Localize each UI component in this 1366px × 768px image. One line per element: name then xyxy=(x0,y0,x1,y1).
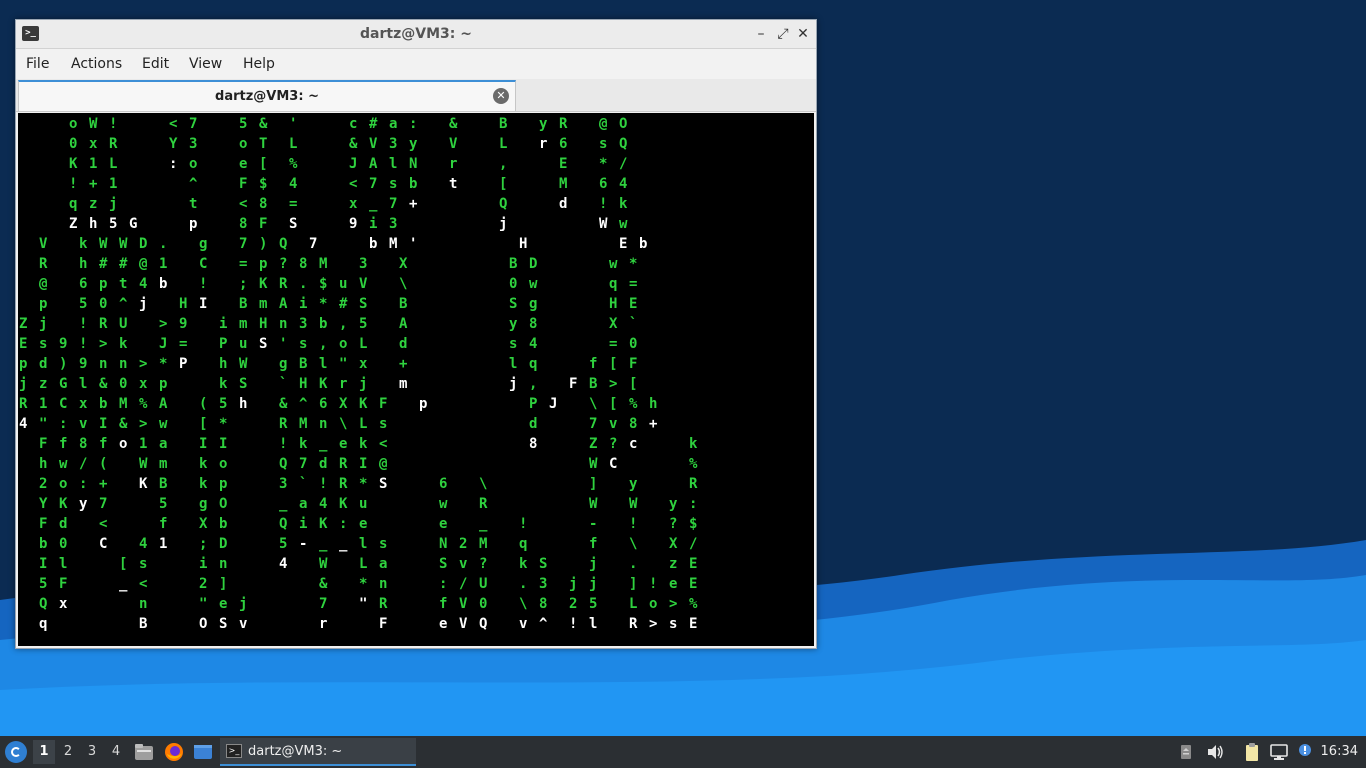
terminal-line: b 0 C 4 1; D 5- _ _ l s N 2 Mq f \ X / xyxy=(39,536,697,552)
taskbar: 1 2 3 4 >_ dartz@VM3: ~ 16:34 xyxy=(0,736,1366,768)
terminal-line: Y Ky 7 5 g O _ a 4 Ku w R W Wy: xyxy=(39,496,697,512)
terminal-line: ! +1 ^ F $4 <7 s b t[M 6 4 xyxy=(69,176,627,192)
terminal-line: Ff 8 f o 1 a I I! k _ e k <8 Z? c k xyxy=(39,436,698,452)
terminal-tab[interactable]: dartz@VM3: ~ ✕ xyxy=(18,80,516,111)
terminal-line: Qx n " e j 7 " Rf V 0 \ 8 2 5 Lo >% xyxy=(39,596,698,612)
terminal-line: K 1 L: o e[% J Al Nr, E * / xyxy=(69,156,627,172)
network-icon[interactable] xyxy=(1269,742,1289,762)
maximize-button[interactable]: ⤢ xyxy=(773,24,793,44)
menu-actions[interactable]: Actions xyxy=(71,49,122,79)
eject-icon[interactable] xyxy=(1176,742,1196,762)
terminal-line: 2 o: + K Bk p 3 `! R * S 6 \] y R xyxy=(39,476,698,492)
terminal-output[interactable]: o W! <7 5 & ' c # a: & By R @ O 0 x R Y 3 o T L & V 3 y V Lr 6 s Q K 1 L:… xyxy=(18,113,814,646)
desktop-show-icon[interactable] xyxy=(193,742,213,762)
terminal-line: Rh # # @1 C = p? 8 M 3 X B Dw * xyxy=(39,256,637,272)
workspace-1[interactable]: 1 xyxy=(33,740,55,764)
menu-bar: File Actions Edit View Help xyxy=(16,49,816,79)
menu-file[interactable]: File xyxy=(26,49,49,79)
tab-label: dartz@VM3: ~ xyxy=(215,89,319,104)
terminal-task-icon: >_ xyxy=(226,744,242,758)
terminal-line: Fd < f Xb Qi K: e e _! -!? $ xyxy=(39,516,697,532)
terminal-line: h w /(Wm k o Q 7 d R I @ W C% xyxy=(39,456,698,472)
firefox-icon[interactable] xyxy=(164,742,184,762)
clock: 16:34 xyxy=(1320,744,1358,759)
terminal-line: p d) 9 n n > * Ph Wg Bl " x + l q f[F xyxy=(19,356,637,372)
terminal-line: q B O Sv r Fe V Qv ^! l R > s E xyxy=(39,616,697,632)
task-label: dartz@VM3: ~ xyxy=(248,744,343,759)
terminal-line: q z j t <8 = x _ 7 + Qd! k xyxy=(69,196,628,212)
terminal-line: 0 x R Y 3 o T L & V 3 y V Lr 6 s Q xyxy=(69,136,627,152)
menu-edit[interactable]: Edit xyxy=(142,49,169,79)
volume-icon[interactable] xyxy=(1205,742,1225,762)
tab-close-icon[interactable]: ✕ xyxy=(493,88,509,104)
window-title: dartz@VM3: ~ xyxy=(360,26,472,42)
terminal-window[interactable]: >_ dartz@VM3: ~ – ⤢ ✕ File Actions Edit … xyxy=(15,19,817,649)
terminal-line: o W! <7 5 & ' c # a: & By R @ O xyxy=(69,116,627,132)
close-button[interactable]: ✕ xyxy=(793,24,813,44)
minimize-button[interactable]: – xyxy=(751,24,771,44)
menu-help[interactable]: Help xyxy=(243,49,275,79)
menu-view[interactable]: View xyxy=(189,49,222,79)
terminal-line: 4 ": v I & > w[* R Mn \ Ls d 7 v 8 + xyxy=(19,416,657,432)
terminal-line: Zh5Gp8FS9i3jWw xyxy=(69,216,628,232)
terminal-line: Es 9! > k J = Pu S ' s, o Ld s 4 = 0 xyxy=(19,336,637,352)
terminal-line: p 5 0 ^ j H I Bm Ai * # S B Sg H E xyxy=(39,296,637,312)
terminal-line: Vk W W D. g 7) Q 7 b M ' H Eb xyxy=(39,236,647,252)
notification-icon[interactable] xyxy=(1295,742,1315,762)
terminal-line: Il[s i n 4 W La Sv? k Sj. z E xyxy=(39,556,697,572)
terminal-line: @6 p t 4 b!; K R. $ u V \ 0 w q = xyxy=(39,276,637,292)
file-manager-icon[interactable] xyxy=(134,742,154,762)
start-menu-icon[interactable] xyxy=(5,741,27,763)
workspace-2[interactable]: 2 xyxy=(57,740,79,764)
terminal-line: j z Gl & 0 x p k S ` H Kr j m j, F B >[ xyxy=(19,376,637,392)
clipboard-icon[interactable] xyxy=(1242,742,1262,762)
matrix-rain: o W! <7 5 & ' c # a: & By R @ O 0 x R Y 3 o T L & V 3 y V Lr 6 s Q K 1 L:… xyxy=(19,116,698,632)
terminal-line: R 1 Cx b M% A(5 h & ^ 6 X K Fp P J \[% h xyxy=(19,396,657,412)
workspace-4[interactable]: 4 xyxy=(105,740,127,764)
workspace-3[interactable]: 3 xyxy=(81,740,103,764)
taskbar-task-terminal[interactable]: >_ dartz@VM3: ~ xyxy=(220,738,416,766)
terminal-line: Zj! R U >9 i m Hn 3 b, 5 Ay 8 X ` xyxy=(19,316,637,332)
tab-strip: dartz@VM3: ~ ✕ xyxy=(16,79,816,112)
window-titlebar[interactable]: >_ dartz@VM3: ~ – ⤢ ✕ xyxy=(16,20,816,49)
terminal-line: 5 F _ <2] & * n: / U. 3 j j]! e E xyxy=(39,576,697,592)
